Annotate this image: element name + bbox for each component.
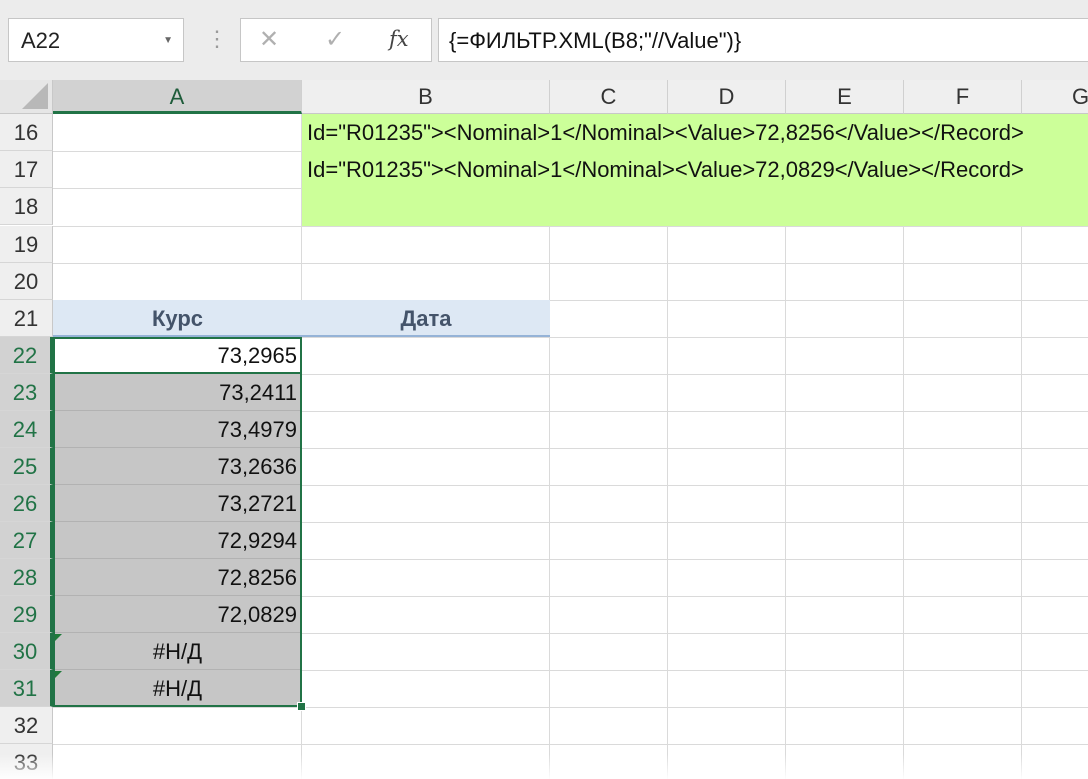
- name-box-value: A22: [21, 28, 61, 53]
- column-header-d[interactable]: D: [668, 80, 786, 114]
- row-header-20[interactable]: 20: [0, 263, 53, 300]
- gridline: [53, 263, 1088, 264]
- formula-buttons: ✕ ✓ fx: [240, 18, 432, 62]
- row-header-21[interactable]: 21: [0, 300, 53, 337]
- column-header-c[interactable]: C: [550, 80, 668, 114]
- name-box[interactable]: A22 ▼: [8, 18, 184, 62]
- select-all-button[interactable]: [0, 80, 53, 114]
- row-header-27[interactable]: 27: [0, 522, 53, 559]
- fill-handle[interactable]: [297, 702, 306, 711]
- row-header-32[interactable]: 32: [0, 707, 53, 744]
- table-header-kurs[interactable]: Курс: [53, 300, 302, 337]
- cell-a31[interactable]: #Н/Д: [53, 670, 302, 707]
- xml-row-16: Id="R01235"><Nominal>1</Nominal><Value>7…: [307, 120, 1024, 145]
- error-indicator-icon[interactable]: [54, 634, 62, 642]
- cell-a23[interactable]: 73,2411: [53, 374, 302, 411]
- row-header-26[interactable]: 26: [0, 485, 53, 522]
- gridline: [53, 707, 1088, 708]
- row-header-24[interactable]: 24: [0, 411, 53, 448]
- cell-a28[interactable]: 72,8256: [53, 559, 302, 596]
- row-header-22[interactable]: 22: [0, 337, 53, 374]
- row-header-19[interactable]: 19: [0, 226, 53, 263]
- row-header-28[interactable]: 28: [0, 559, 53, 596]
- cell-a30[interactable]: #Н/Д: [53, 633, 302, 670]
- cancel-icon[interactable]: ✕: [259, 25, 279, 54]
- cell-a31-value: #Н/Д: [152, 676, 203, 701]
- chevron-down-icon[interactable]: ▼: [163, 35, 173, 46]
- row-header-16[interactable]: 16: [0, 114, 53, 151]
- row-header-33[interactable]: 33: [0, 744, 53, 779]
- column-header-a[interactable]: A: [53, 80, 302, 114]
- cell-a27[interactable]: 72,9294: [53, 522, 302, 559]
- cell-a26[interactable]: 73,2721: [53, 485, 302, 522]
- bottom-fade: [0, 754, 1088, 779]
- formula-text: {=ФИЛЬТР.XML(B8;"//Value")}: [449, 28, 742, 53]
- row-header-29[interactable]: 29: [0, 596, 53, 633]
- row-header-23[interactable]: 23: [0, 374, 53, 411]
- excel-window: A22 ▼ ⋮ ✕ ✓ fx {=ФИЛЬТР.XML(B8;"//Value"…: [0, 0, 1088, 779]
- column-header-f[interactable]: F: [904, 80, 1022, 114]
- table-header-data[interactable]: Дата: [302, 300, 550, 337]
- formula-bar: A22 ▼ ⋮ ✕ ✓ fx {=ФИЛЬТР.XML(B8;"//Value"…: [0, 0, 1088, 81]
- gridline: [53, 226, 1088, 227]
- cell-a24[interactable]: 73,4979: [53, 411, 302, 448]
- enter-icon[interactable]: ✓: [325, 25, 345, 54]
- row-header-30[interactable]: 30: [0, 633, 53, 670]
- drag-handle-icon[interactable]: ⋮: [206, 24, 228, 54]
- column-header-e[interactable]: E: [786, 80, 904, 114]
- cell-a29[interactable]: 72,0829: [53, 596, 302, 633]
- row-header-17[interactable]: 17: [0, 151, 53, 188]
- row-header-25[interactable]: 25: [0, 448, 53, 485]
- gridline: [53, 744, 1088, 745]
- cell-a30-value: #Н/Д: [152, 639, 203, 664]
- xml-row-17: Id="R01235"><Nominal>1</Nominal><Value>7…: [307, 157, 1024, 182]
- row-header-18[interactable]: 18: [0, 188, 53, 225]
- error-indicator-icon[interactable]: [54, 671, 62, 679]
- cell-a25[interactable]: 73,2636: [53, 448, 302, 485]
- column-header-g[interactable]: G: [1022, 80, 1088, 114]
- row-header-31[interactable]: 31: [0, 670, 53, 707]
- cell-a22[interactable]: 73,2965: [53, 337, 302, 374]
- formula-input[interactable]: {=ФИЛЬТР.XML(B8;"//Value")}: [438, 18, 1088, 62]
- insert-function-icon[interactable]: fx: [389, 27, 409, 51]
- column-header-b[interactable]: B: [302, 80, 550, 114]
